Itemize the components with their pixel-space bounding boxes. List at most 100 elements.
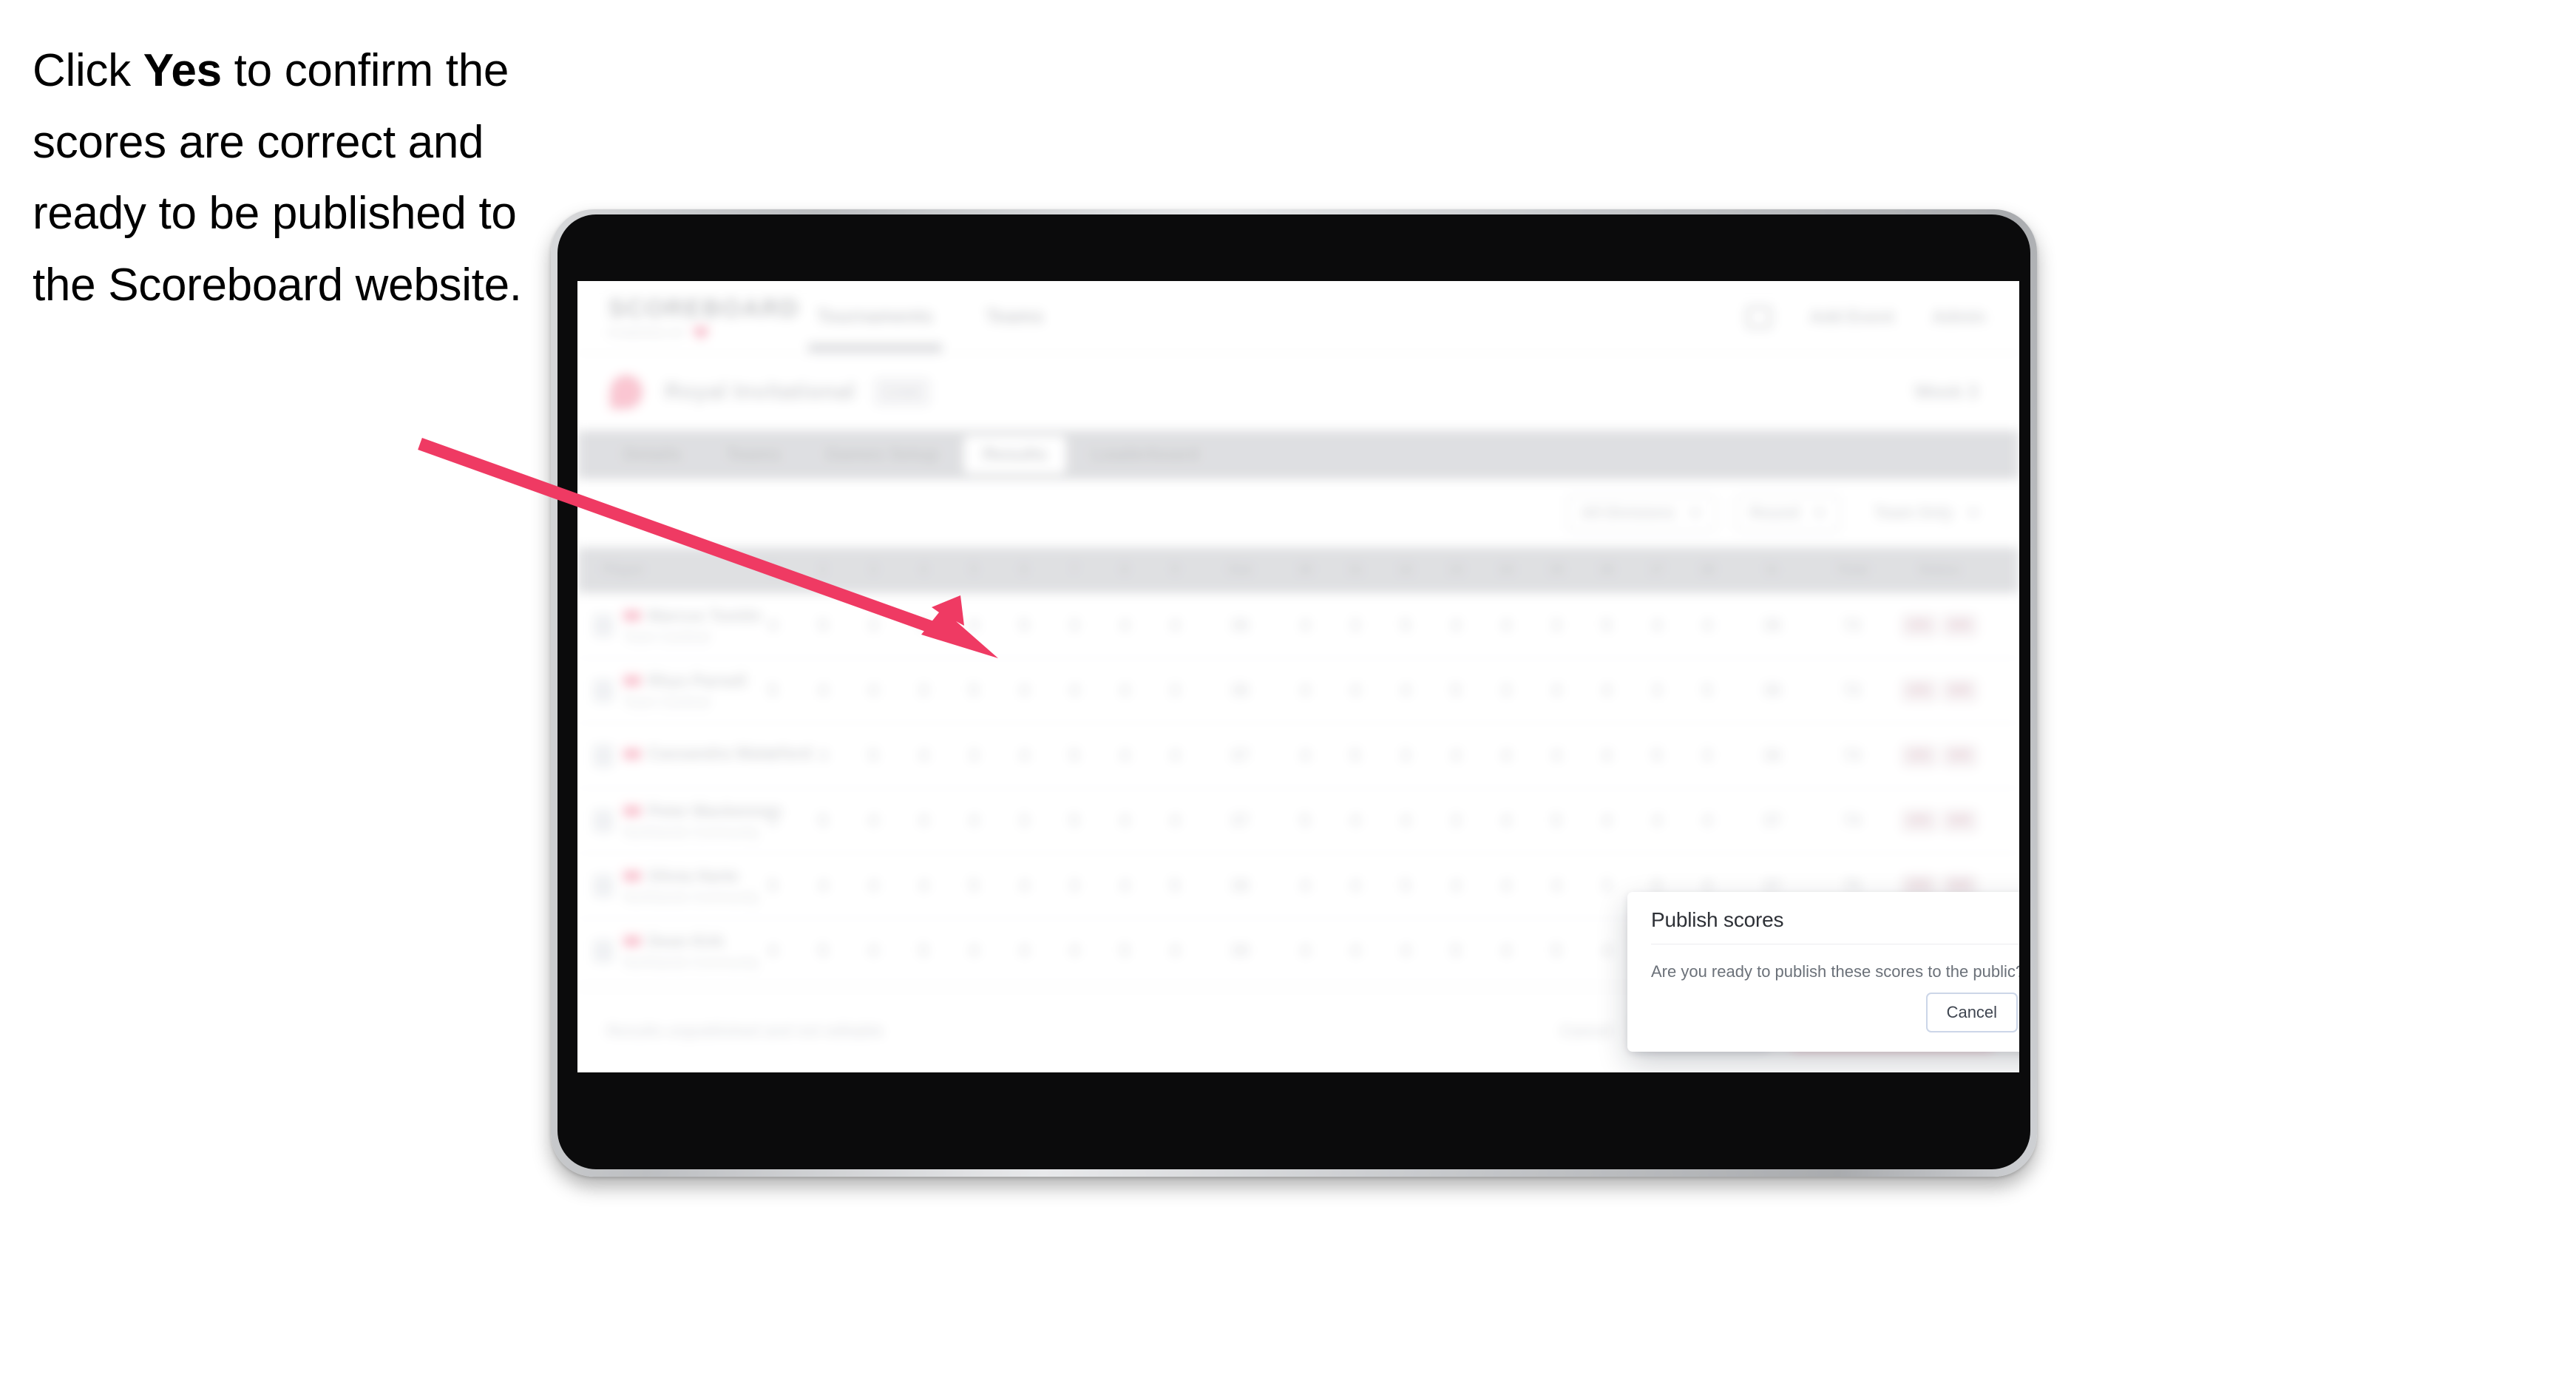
grand-total-cell[interactable]: 74 <box>1812 812 1892 830</box>
score-cell[interactable]: 3 <box>1049 617 1099 635</box>
score-cell[interactable]: 4 <box>1150 617 1200 635</box>
score-cell[interactable]: 5 <box>1632 747 1682 765</box>
score-cell[interactable]: 4 <box>1431 747 1481 765</box>
tab-details[interactable]: Details <box>604 436 701 474</box>
score-cell[interactable]: 4 <box>1582 682 1632 700</box>
out-total-cell[interactable]: 38 <box>1200 877 1280 895</box>
score-cell[interactable]: 4 <box>949 812 999 830</box>
score-cell[interactable]: 5 <box>748 877 798 895</box>
table-row[interactable]: Cassandra Waterford 4 4 5 4 3 4 5 4 4 37 4 5 3 4 4 4 4 5 3 3… <box>577 723 2019 788</box>
score-cell[interactable]: 4 <box>848 812 898 830</box>
column-header[interactable]: 2 <box>798 562 848 578</box>
tab-teams[interactable]: Teams <box>707 436 800 474</box>
in-total-cell[interactable]: 36 <box>1732 682 1812 700</box>
column-header[interactable]: 15 <box>1531 562 1582 578</box>
score-cell[interactable]: 5 <box>1380 877 1431 895</box>
out-total-cell[interactable]: 37 <box>1200 747 1280 765</box>
score-cell[interactable]: 4 <box>1099 747 1150 765</box>
score-cell[interactable]: 3 <box>848 617 898 635</box>
table-row[interactable]: Peter Mackennan Northlands Community 4 5 4 4 4… <box>577 788 2019 853</box>
score-cell[interactable]: 4 <box>1049 942 1099 960</box>
nav-item-teams[interactable]: Teams <box>986 281 1043 353</box>
score-cell[interactable]: 4 <box>898 812 949 830</box>
score-cell[interactable]: 4 <box>1380 682 1431 700</box>
column-header[interactable]: 18 <box>1682 562 1732 578</box>
score-cell[interactable]: 4 <box>999 682 1049 700</box>
column-header[interactable]: 1 <box>748 562 798 578</box>
score-cell[interactable]: 4 <box>1682 812 1732 830</box>
score-cell[interactable]: 3 <box>1582 877 1632 895</box>
score-cell[interactable]: 4 <box>1531 877 1582 895</box>
score-cell[interactable]: 4 <box>1380 812 1431 830</box>
score-cell[interactable]: 5 <box>798 617 848 635</box>
score-cell[interactable]: 4 <box>1481 942 1531 960</box>
score-cell[interactable]: 5 <box>798 942 848 960</box>
score-cell[interactable]: 5 <box>1531 812 1582 830</box>
row-checkbox[interactable] <box>594 614 613 637</box>
score-cell[interactable]: 4 <box>898 877 949 895</box>
column-header[interactable]: 14 <box>1481 562 1531 578</box>
score-cell[interactable]: 5 <box>1049 812 1099 830</box>
score-cell[interactable]: 4 <box>1330 877 1380 895</box>
score-cell[interactable]: 5 <box>949 877 999 895</box>
score-cell[interactable]: 4 <box>798 877 848 895</box>
column-header[interactable]: Player <box>577 562 748 578</box>
score-cell[interactable]: 4 <box>1330 812 1380 830</box>
row-checkbox[interactable] <box>594 679 613 702</box>
score-cell[interactable]: 3 <box>1150 682 1200 700</box>
column-header[interactable]: 4 <box>898 562 949 578</box>
column-header[interactable]: 8 <box>1099 562 1150 578</box>
score-cell[interactable]: 4 <box>1330 682 1380 700</box>
team-only-toggle[interactable]: Team Only <box>1860 495 1994 532</box>
row-checkbox[interactable] <box>594 744 613 767</box>
score-cell[interactable]: 3 <box>1481 682 1531 700</box>
score-cell[interactable]: 4 <box>1049 682 1099 700</box>
score-cell[interactable]: 4 <box>1280 617 1330 635</box>
bell-icon[interactable] <box>1746 305 1772 328</box>
score-cell[interactable]: 5 <box>1380 617 1431 635</box>
score-cell[interactable]: 4 <box>1431 877 1481 895</box>
out-total-cell[interactable]: 37 <box>1200 812 1280 830</box>
score-cell[interactable]: 4 <box>1481 812 1531 830</box>
score-cell[interactable]: 4 <box>1481 747 1531 765</box>
division-filter-dropdown[interactable]: All Divisions <box>1566 495 1716 532</box>
score-cell[interactable]: 4 <box>748 747 798 765</box>
admin-menu[interactable]: Admin <box>1932 307 1985 327</box>
score-cell[interactable]: 4 <box>1531 747 1582 765</box>
column-header[interactable]: 10 <box>1280 562 1330 578</box>
add-event-button[interactable]: Add Event <box>1810 307 1894 327</box>
score-cell[interactable]: 4 <box>999 877 1049 895</box>
score-cell[interactable]: 4 <box>748 617 798 635</box>
score-cell[interactable]: 4 <box>1280 682 1330 700</box>
score-cell[interactable]: 4 <box>898 617 949 635</box>
score-cell[interactable]: 4 <box>1431 617 1481 635</box>
column-header[interactable]: 7 <box>1049 562 1099 578</box>
score-cell[interactable]: 3 <box>999 812 1049 830</box>
score-cell[interactable]: 4 <box>1099 617 1150 635</box>
score-cell[interactable]: 3 <box>1632 682 1682 700</box>
score-cell[interactable]: 4 <box>748 942 798 960</box>
score-cell[interactable]: 4 <box>1632 812 1682 830</box>
score-cell[interactable]: 4 <box>1582 812 1632 830</box>
row-checkbox[interactable] <box>594 939 613 962</box>
column-header[interactable]: 16 <box>1582 562 1632 578</box>
score-cell[interactable]: 5 <box>1531 942 1582 960</box>
in-total-cell[interactable]: 37 <box>1732 812 1812 830</box>
score-cell[interactable]: 4 <box>1150 942 1200 960</box>
score-cell[interactable]: 4 <box>1481 877 1531 895</box>
brand-logo[interactable]: SCOREBOARD POWERED BY <box>609 294 798 339</box>
in-total-cell[interactable]: 36 <box>1732 747 1812 765</box>
row-checkbox[interactable] <box>594 809 613 832</box>
score-cell[interactable]: 5 <box>999 617 1049 635</box>
column-header[interactable]: Total <box>1812 562 1892 578</box>
score-cell[interactable]: 5 <box>1099 942 1150 960</box>
score-cell[interactable]: 4 <box>848 877 898 895</box>
out-total-cell[interactable]: 36 <box>1200 682 1280 700</box>
score-cell[interactable]: 4 <box>1481 617 1531 635</box>
score-cell[interactable]: 5 <box>1049 747 1099 765</box>
out-total-cell[interactable]: 39 <box>1200 942 1280 960</box>
score-cell[interactable]: 4 <box>1380 942 1431 960</box>
column-header[interactable]: 3 <box>848 562 898 578</box>
row-checkbox[interactable] <box>594 874 613 897</box>
grand-total-cell[interactable]: 72 <box>1812 682 1892 700</box>
